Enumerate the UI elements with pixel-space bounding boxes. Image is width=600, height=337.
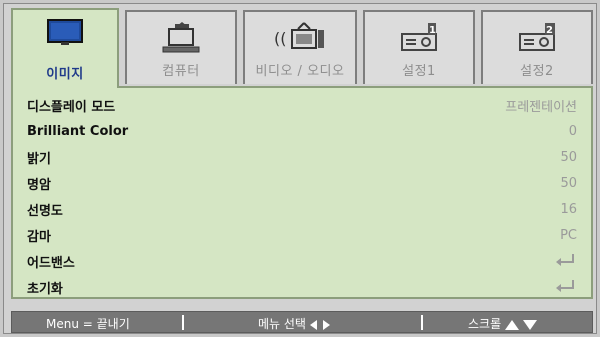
setting-row-advanced[interactable]: 어드밴스 (27, 250, 577, 272)
tab-video-audio[interactable]: (( 비디오 / 오디오 (243, 10, 357, 84)
setting-row-brilliant-color[interactable]: Brilliant Color 0 (27, 120, 577, 142)
setting-value: 프레젠테이션 (505, 99, 577, 115)
setting-name: 밝기 (27, 151, 51, 167)
setting-name: Brilliant Color (27, 123, 129, 139)
setting-value: PC (560, 227, 577, 243)
projector-setting1-icon: 1 (394, 22, 444, 58)
tab-label: 비디오 / 오디오 (255, 64, 345, 79)
tv-audio-icon: (( (274, 22, 326, 58)
setting-row-contrast[interactable]: 명암 50 (27, 172, 577, 194)
tab-label: 이미지 (46, 67, 84, 82)
settings-panel: 디스플레이 모드 프레젠테이션 Brilliant Color 0 밝기 50 … (11, 86, 593, 299)
tab-image[interactable]: 이미지 (11, 8, 119, 88)
setting-name: 초기화 (27, 281, 63, 297)
projector-setting2-icon: 2 (512, 22, 562, 58)
setting-row-display-mode[interactable]: 디스플레이 모드 프레젠테이션 (27, 94, 577, 116)
svg-text:2: 2 (546, 25, 553, 36)
computer-icon (157, 22, 205, 58)
tab-computer[interactable]: 컴퓨터 (125, 10, 237, 84)
tab-label: 설정1 (402, 64, 436, 79)
monitor-icon (47, 19, 83, 51)
setting-row-gamma[interactable]: 감마 PC (27, 224, 577, 246)
menu-exit-hint: Menu = 끝내기 (46, 317, 130, 331)
setting-row-sharpness[interactable]: 선명도 16 (27, 198, 577, 220)
scroll-label: 스크롤 (468, 317, 502, 331)
setting-name: 감마 (27, 229, 51, 245)
tab-label: 설정2 (520, 64, 554, 79)
enter-icon (555, 278, 577, 297)
menu-select-label: 메뉴 선택 (258, 317, 306, 331)
tab-label: 컴퓨터 (162, 64, 200, 79)
setting-name: 디스플레이 모드 (27, 99, 116, 115)
left-right-arrows-icon (309, 319, 330, 330)
setting-value: 16 (560, 201, 577, 217)
setting-value: 50 (560, 149, 577, 165)
svg-text:1: 1 (429, 25, 436, 36)
setting-row-brightness[interactable]: 밝기 50 (27, 146, 577, 168)
enter-icon (555, 252, 577, 271)
divider (421, 315, 423, 330)
setting-name: 선명도 (27, 203, 63, 219)
setting-name: 명암 (27, 177, 51, 193)
setting-row-reset[interactable]: 초기화 (27, 276, 577, 298)
tab-setting1[interactable]: 1 설정1 (363, 10, 475, 84)
tab-setting2[interactable]: 2 설정2 (481, 10, 593, 84)
menu-select-hint: 메뉴 선택 (258, 315, 330, 332)
setting-name: 어드밴스 (27, 255, 75, 271)
svg-text:((: (( (274, 29, 286, 48)
setting-value: 50 (560, 175, 577, 191)
help-bar: Menu = 끝내기 메뉴 선택 스크롤 (11, 311, 593, 333)
scroll-hint: 스크롤 (468, 315, 537, 332)
divider (182, 315, 184, 330)
osd-menu: 이미지 컴퓨터 (( 비디오 / 오디오 1 설정1 2 설정2 디스플레이 모… (3, 3, 597, 334)
setting-value: 0 (568, 123, 577, 139)
up-down-arrows-icon (504, 319, 537, 330)
